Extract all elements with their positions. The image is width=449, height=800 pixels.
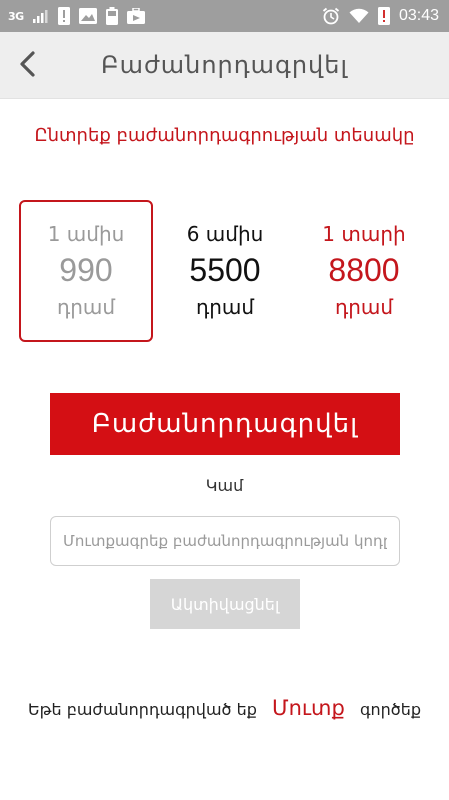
login-prompt: Եթե բաժանորդագրված եք Մուտք գործեք [0, 696, 449, 720]
plan-currency: դրամ [195, 295, 255, 319]
login-link[interactable]: Մուտք [272, 696, 345, 720]
signal-icon [32, 9, 49, 23]
plan-prompt: Ընտրեք բաժանորդագրության տեսակը [34, 125, 415, 146]
plan-price: 5500 [189, 252, 261, 288]
plan-selector: 1 ամիս 990 դրամ 6 ամիս 5500 դրամ 1 տարի … [19, 200, 431, 342]
sim-alert-icon [377, 7, 390, 25]
chevron-left-icon [18, 51, 36, 81]
alert-icon [57, 7, 70, 25]
plan-option-6-months[interactable]: 6 ամիս 5500 դրամ [158, 200, 292, 342]
or-divider-text: Կամ [205, 476, 244, 495]
status-right: 03:43 [322, 7, 439, 25]
page-title: Բաժանորդագրվել [101, 51, 348, 79]
wifi-icon [349, 8, 369, 24]
activate-button[interactable]: Ակտիվացնել [150, 579, 300, 629]
image-icon [78, 8, 97, 24]
login-prompt-suffix: գործեք [359, 700, 422, 719]
plan-option-1-year[interactable]: 1 տարի 8800 դրամ [297, 200, 431, 342]
briefcase-icon [126, 8, 145, 24]
clock: 03:43 [398, 7, 439, 24]
status-bar: 3G 03:43 [0, 0, 449, 32]
plan-currency: դրամ [56, 295, 116, 319]
subscribe-button[interactable]: Բաժանորդագրվել [50, 393, 400, 455]
subscription-code-input[interactable] [50, 516, 400, 566]
plan-period: 1 ամիս [47, 222, 125, 246]
status-left: 3G [8, 7, 145, 25]
back-button[interactable] [12, 50, 42, 82]
network-type: 3G [8, 9, 24, 23]
plan-price: 8800 [328, 252, 400, 288]
plan-period: 6 ամիս [186, 222, 264, 246]
plan-currency: դրամ [334, 295, 394, 319]
login-prompt-prefix: Եթե բաժանորդագրված եք [27, 700, 257, 719]
plan-period: 1 տարի [322, 222, 406, 246]
plan-option-1-month[interactable]: 1 ամիս 990 դրամ [19, 200, 153, 342]
alarm-icon [322, 7, 340, 25]
plan-price: 990 [59, 252, 113, 288]
battery-icon [105, 7, 118, 25]
toolbar: Բաժանորդագրվել [0, 32, 449, 99]
